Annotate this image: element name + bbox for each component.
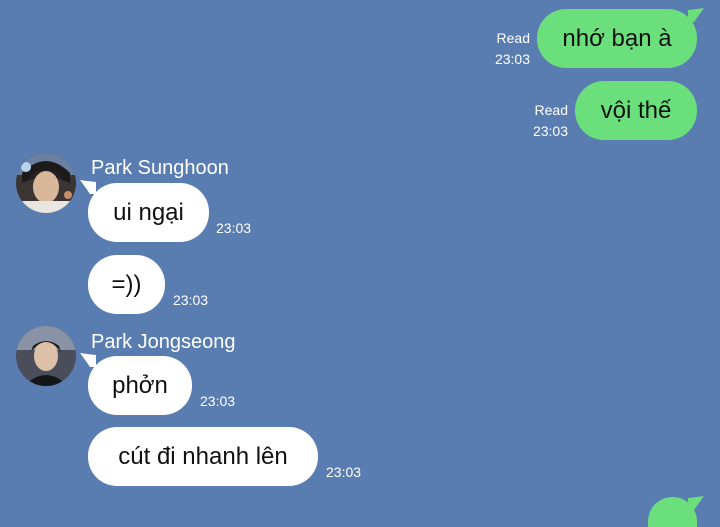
sender-name: Park Sunghoon (91, 157, 229, 179)
message-time: 23:03 (173, 292, 209, 308)
outgoing-message-bubble[interactable]: vội thế (575, 81, 697, 140)
read-status: Read (496, 30, 530, 46)
avatar[interactable] (16, 326, 76, 386)
message-time: 23:03 (532, 123, 568, 139)
message-time: 23:03 (326, 464, 362, 480)
message-time: 23:03 (216, 220, 252, 236)
incoming-message-bubble[interactable]: cút đi nhanh lên (88, 427, 318, 486)
incoming-message-bubble[interactable]: phởn (88, 356, 192, 415)
message-text: vội thế (600, 96, 672, 124)
bubble-tail-icon (80, 353, 96, 367)
message-text: =)) (111, 270, 142, 298)
chat-area[interactable]: Read 23:03 nhớ bạn à Read 23:03 vội thế … (0, 0, 720, 527)
message-text: cút đi nhanh lên (118, 442, 288, 470)
bubble-tail-icon (688, 496, 704, 510)
incoming-message-bubble[interactable]: =)) (88, 255, 165, 314)
avatar[interactable] (16, 153, 76, 213)
profile-photo-icon (16, 153, 76, 213)
read-status: Read (534, 102, 568, 118)
message-text: phởn (112, 371, 168, 399)
message-meta: Read 23:03 (508, 100, 568, 142)
message-time: 23:03 (494, 51, 530, 67)
sender-name: Park Jongseong (91, 331, 236, 353)
message-time: 23:03 (200, 393, 236, 409)
bubble-tail-icon (80, 180, 96, 194)
profile-photo-icon (16, 326, 76, 386)
message-text: nhớ bạn à (562, 24, 672, 52)
message-meta: Read 23:03 (470, 28, 530, 70)
outgoing-message-bubble[interactable]: nhớ bạn à (537, 9, 697, 68)
message-text: ui ngại (113, 198, 184, 226)
incoming-message-bubble[interactable]: ui ngại (88, 183, 209, 242)
bubble-tail-icon (688, 8, 704, 22)
